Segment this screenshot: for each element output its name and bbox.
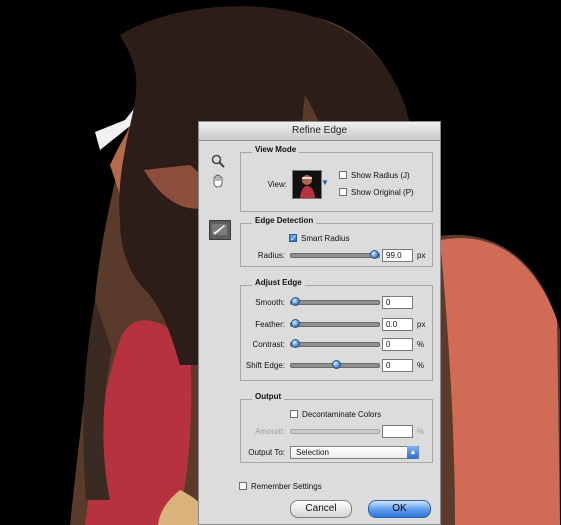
- cancel-button[interactable]: Cancel: [290, 500, 352, 518]
- shift-edge-label: Shift Edge:: [245, 360, 285, 370]
- amount-unit: %: [417, 427, 425, 436]
- remember-settings-checkbox[interactable]: [239, 482, 247, 490]
- feather-slider-thumb[interactable]: [291, 319, 300, 328]
- radius-slider-thumb[interactable]: [369, 250, 379, 259]
- smooth-slider-thumb[interactable]: [291, 297, 300, 306]
- amount-label: Amount:: [255, 426, 285, 436]
- output-to-select[interactable]: Selection ▲: [290, 446, 419, 459]
- radius-label: Radius:: [257, 250, 285, 260]
- output-to-label: Output To:: [248, 447, 285, 457]
- contrast-slider-thumb[interactable]: [291, 339, 300, 348]
- output-group: Output Decontaminate Colors Amount: % Ou…: [240, 392, 433, 463]
- radius-unit: px: [417, 251, 426, 260]
- feather-slider[interactable]: [290, 319, 380, 328]
- output-title: Output: [252, 392, 285, 401]
- shift-edge-slider[interactable]: [290, 360, 380, 369]
- contrast-input[interactable]: 0: [382, 338, 413, 351]
- contrast-unit: %: [417, 340, 425, 349]
- smooth-label: Smooth:: [255, 297, 285, 307]
- smooth-slider[interactable]: [290, 297, 380, 306]
- output-to-value: Selection: [296, 448, 329, 457]
- feather-label: Feather:: [255, 319, 285, 329]
- smart-radius-checkbox[interactable]: ✓: [289, 234, 297, 243]
- refine-brush-icon[interactable]: [209, 220, 231, 240]
- radius-slider[interactable]: [290, 250, 380, 259]
- amount-slider: [290, 429, 380, 434]
- view-label: View:: [267, 179, 287, 189]
- chevron-down-icon: ▲: [407, 446, 419, 459]
- radius-input[interactable]: 99.0: [382, 249, 413, 262]
- smooth-input[interactable]: 0: [382, 296, 413, 309]
- shift-edge-unit: %: [417, 361, 425, 370]
- feather-unit: px: [417, 320, 426, 329]
- view-mode-group: View Mode View: ▼ Show Radius (J) Show O…: [240, 145, 433, 212]
- hand-icon[interactable]: [207, 172, 229, 190]
- feather-input[interactable]: 0.0: [382, 318, 413, 331]
- view-mode-title: View Mode: [252, 145, 300, 154]
- decontaminate-label: Decontaminate Colors: [302, 409, 382, 419]
- remember-settings-label: Remember Settings: [251, 481, 322, 491]
- adjust-edge-group: Adjust Edge Smooth: 0 Feather: 0.0 px Co…: [240, 278, 433, 381]
- smart-radius-label: Smart Radius: [301, 233, 350, 243]
- edge-detection-title: Edge Detection: [252, 216, 317, 225]
- edge-detection-group: Edge Detection ✓ Smart Radius Radius: 99…: [240, 216, 433, 267]
- show-original-checkbox[interactable]: [339, 188, 347, 196]
- tool-column: [207, 152, 235, 192]
- contrast-slider[interactable]: [290, 339, 380, 348]
- adjust-edge-title: Adjust Edge: [252, 278, 305, 287]
- dialog-title: Refine Edge: [199, 122, 440, 141]
- show-original-label: Show Original (P): [351, 187, 414, 197]
- ok-button[interactable]: OK: [368, 500, 431, 518]
- magnifier-icon[interactable]: [207, 152, 229, 170]
- contrast-label: Contrast:: [252, 339, 285, 349]
- shift-edge-input[interactable]: 0: [382, 359, 413, 372]
- refine-edge-dialog: Refine Edge View Mode View: ▼ Show Radiu…: [198, 121, 441, 525]
- chevron-down-icon[interactable]: ▼: [321, 178, 329, 190]
- shift-edge-slider-thumb[interactable]: [331, 360, 341, 369]
- amount-input: [382, 425, 413, 438]
- show-radius-label: Show Radius (J): [351, 170, 410, 180]
- show-radius-checkbox[interactable]: [339, 171, 347, 179]
- decontaminate-checkbox[interactable]: [290, 410, 298, 418]
- view-thumbnail[interactable]: [292, 170, 322, 199]
